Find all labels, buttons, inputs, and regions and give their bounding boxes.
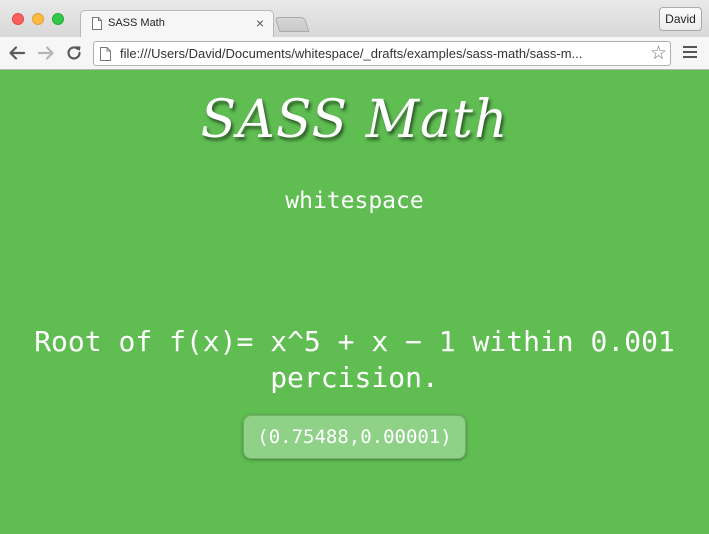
problem-line-1: Root of f(x)= x^5 + x − 1 within 0.001 <box>34 325 675 358</box>
reload-icon[interactable] <box>64 43 84 63</box>
profile-button[interactable]: David <box>659 7 702 31</box>
tab-title: SASS Math <box>108 17 165 29</box>
result-box: (0.75488,0.00001) <box>243 415 466 459</box>
maximize-window-button[interactable] <box>52 13 64 25</box>
close-window-button[interactable] <box>12 13 24 25</box>
url-text: file:///Users/David/Documents/whitespace… <box>120 46 583 61</box>
address-bar[interactable]: file:///Users/David/Documents/whitespace… <box>93 41 671 66</box>
page-icon <box>100 47 111 61</box>
page-content: SASS Math whitespace Root of f(x)= x^5 +… <box>0 70 709 534</box>
browser-toolbar: file:///Users/David/Documents/whitespace… <box>0 37 709 70</box>
page-subtitle: whitespace <box>285 188 424 214</box>
close-tab-icon[interactable]: × <box>256 15 264 31</box>
minimize-window-button[interactable] <box>32 13 44 25</box>
page-heading: SASS Math <box>200 90 509 150</box>
forward-arrow-icon[interactable] <box>36 43 56 63</box>
browser-tab[interactable]: SASS Math × <box>80 10 274 37</box>
menu-icon[interactable] <box>683 46 697 60</box>
problem-line-2: percision. <box>270 361 439 394</box>
title-bar: SASS Math × David <box>0 0 709 37</box>
new-tab-button[interactable] <box>274 17 310 32</box>
problem-statement: Root of f(x)= x^5 + x − 1 within 0.001 p… <box>0 324 709 396</box>
bookmark-star-icon[interactable]: ☆ <box>650 43 667 64</box>
back-arrow-icon[interactable] <box>7 43 27 63</box>
document-icon <box>92 17 102 30</box>
